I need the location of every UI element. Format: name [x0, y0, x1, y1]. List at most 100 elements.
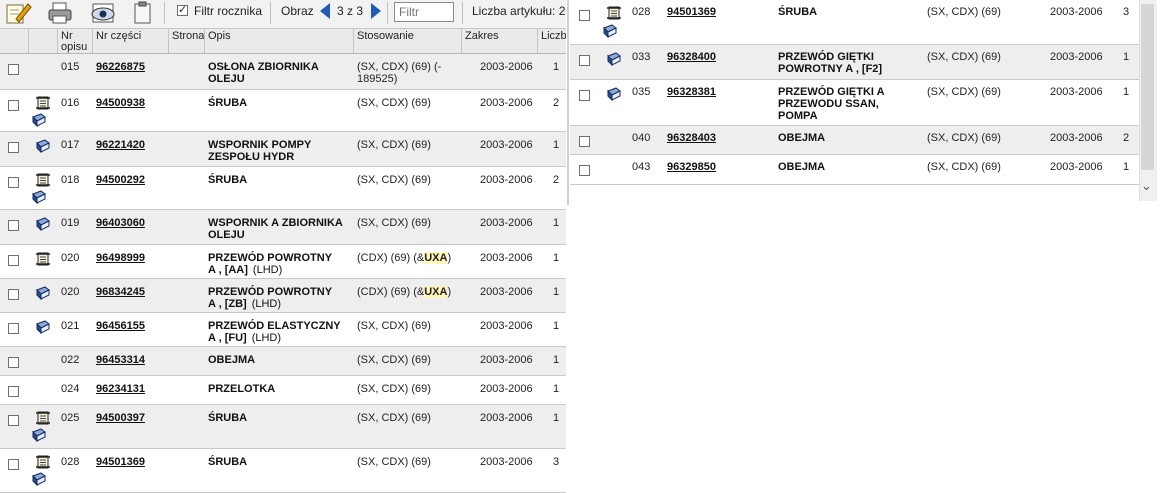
row-checkbox[interactable]	[579, 55, 590, 66]
row-checkbox[interactable]	[579, 165, 590, 176]
book-icon[interactable]	[31, 472, 47, 487]
preview-icon[interactable]	[90, 1, 118, 25]
book-icon[interactable]	[31, 190, 47, 205]
row-checkbox[interactable]	[8, 142, 19, 153]
application-suffix: )	[447, 252, 452, 264]
filter-year-checkbox[interactable]	[177, 3, 188, 16]
header-stosowanie[interactable]: Stosowanie	[353, 29, 461, 53]
quantity: 1	[553, 139, 560, 151]
part-number-link[interactable]: 96453314	[96, 354, 145, 366]
part-number-link[interactable]: 96328400	[667, 51, 716, 63]
row-checkbox[interactable]	[579, 136, 590, 147]
row-checkbox[interactable]	[8, 386, 19, 397]
table-row[interactable]: 028 94501369 ŚRUBA (SX, CDX) (69) 2003-2006 3	[570, 0, 1139, 45]
description-line: ŚRUBA	[208, 174, 248, 186]
table-row[interactable]: 028 94501369 ŚRUBA (SX, CDX) (69) 2003-2006 3	[0, 449, 566, 493]
table-row[interactable]: 020 96498999 PRZEWÓD POWROTNY A , [AA] (LHD)…	[0, 245, 566, 279]
scrollbar-thumb[interactable]	[1141, 4, 1154, 170]
book-icon[interactable]	[35, 217, 51, 232]
table-row[interactable]: 033 96328400 PRZEWÓD GIĘTKI POWROTNY A , [F…	[570, 45, 1139, 80]
table-row[interactable]: 017 96221420 WSPORNIK POMPY ZESPOŁU HYDR (SX…	[0, 132, 566, 167]
part-number-link[interactable]: 96328381	[667, 86, 716, 98]
row-checkbox[interactable]	[8, 255, 19, 266]
header-nr-opisu[interactable]: Nr opisu	[57, 29, 92, 53]
row-checkbox[interactable]	[579, 90, 590, 101]
description-line: OBEJMA	[778, 161, 826, 173]
row-checkbox[interactable]	[8, 64, 19, 75]
edit-icon[interactable]	[4, 1, 32, 25]
table-row[interactable]: 020 96834245 PRZEWÓD POWROTNY A , [ZB] (LHD)…	[0, 279, 566, 313]
table-row[interactable]: 025 94500397 ŚRUBA (SX, CDX) (69) 2003-2006 1	[0, 405, 566, 449]
quantity: 1	[553, 354, 560, 366]
description-line: WSPORNIK A ZBIORNIKA	[208, 217, 343, 229]
document-scroll-icon[interactable]	[35, 96, 51, 110]
book-icon[interactable]	[31, 428, 47, 443]
table-row[interactable]: 022 96453314 OBEJMA (SX, CDX) (69) 2003-2006…	[0, 347, 566, 376]
row-checkbox[interactable]	[8, 415, 19, 426]
part-number-link[interactable]: 96498999	[96, 252, 145, 264]
row-checkbox[interactable]	[579, 10, 590, 21]
panel-divider[interactable]	[567, 0, 569, 205]
header-zakres[interactable]: Zakres	[461, 29, 537, 53]
part-number-link[interactable]: 96234131	[96, 383, 145, 395]
part-number-link[interactable]: 96226875	[96, 61, 145, 73]
part-number-link[interactable]: 96328403	[667, 132, 716, 144]
next-image-icon[interactable]	[371, 3, 381, 19]
quantity: 1	[553, 320, 560, 332]
part-number-link[interactable]: 96834245	[96, 286, 145, 298]
description-number: 015	[61, 61, 80, 73]
document-scroll-icon[interactable]	[606, 6, 622, 20]
filter-input[interactable]	[394, 2, 454, 22]
table-row[interactable]: 019 96403060 WSPORNIK A ZBIORNIKA OLEJU (SX,…	[0, 210, 566, 245]
part-number-link[interactable]: 96403060	[96, 217, 145, 229]
book-icon[interactable]	[606, 52, 622, 67]
row-checkbox[interactable]	[8, 323, 19, 334]
book-icon[interactable]	[35, 139, 51, 154]
book-icon[interactable]	[31, 113, 47, 128]
document-scroll-icon[interactable]	[35, 411, 51, 425]
clipboard-icon[interactable]	[132, 1, 154, 25]
book-icon[interactable]	[606, 87, 622, 102]
part-number-link[interactable]: 96329850	[667, 161, 716, 173]
row-checkbox[interactable]	[8, 357, 19, 368]
header-nr-czesci[interactable]: Nr części	[92, 29, 168, 53]
table-row[interactable]: 016 94500938 ŚRUBA (SX, CDX) (69) 2003-2006 2	[0, 90, 566, 132]
part-number-link[interactable]: 96456155	[96, 320, 145, 332]
row-checkbox[interactable]	[8, 220, 19, 231]
book-icon[interactable]	[35, 320, 51, 335]
table-row[interactable]: 043 96329850 OBEJMA (SX, CDX) (69) 2003-2006…	[570, 155, 1139, 185]
row-checkbox[interactable]	[8, 289, 19, 300]
part-number-link[interactable]: 94500397	[96, 412, 145, 424]
lhd-tag: (LHD)	[251, 298, 282, 310]
application-text: (SX, CDX) (69)	[927, 6, 1001, 18]
document-scroll-icon[interactable]	[35, 252, 51, 266]
part-number-link[interactable]: 94500292	[96, 174, 145, 186]
table-row[interactable]: 040 96328403 OBEJMA (SX, CDX) (69) 2003-2006…	[570, 126, 1139, 155]
table-row[interactable]: 024 96234131 PRZELOTKA (SX, CDX) (69) 2003-2…	[0, 376, 566, 405]
previous-image-icon[interactable]	[320, 3, 330, 19]
table-row[interactable]: 018 94500292 ŚRUBA (SX, CDX) (69) 2003-2006 2	[0, 167, 566, 210]
part-number-link[interactable]: 96221420	[96, 139, 145, 151]
row-checkbox[interactable]	[8, 100, 19, 111]
table-row[interactable]: 035 96328381 PRZEWÓD GIĘTKI A PRZEWODU SSAN…	[570, 80, 1139, 126]
scroll-down-icon[interactable]: ⌄	[1141, 178, 1152, 194]
part-number-link[interactable]: 94501369	[96, 456, 145, 468]
header-liczba[interactable]: Liczb	[537, 29, 566, 53]
part-number-link[interactable]: 94501369	[667, 6, 716, 18]
header-strona[interactable]: Strona	[168, 29, 204, 53]
book-icon[interactable]	[35, 286, 51, 301]
quantity: 3	[553, 456, 560, 468]
description-number: 024	[61, 383, 80, 395]
header-opis[interactable]: Opis	[204, 29, 353, 53]
book-icon[interactable]	[602, 24, 618, 39]
document-scroll-icon[interactable]	[35, 455, 51, 469]
print-icon[interactable]	[47, 1, 73, 25]
table-row[interactable]: 021 96456155 PRZEWÓD ELASTYCZNY A , [FU] (LH…	[0, 313, 566, 347]
part-number-link[interactable]: 94500938	[96, 97, 145, 109]
obraz-label: Obraz	[281, 4, 314, 18]
row-checkbox[interactable]	[8, 177, 19, 188]
table-row[interactable]: 015 96226875 OSŁONA ZBIORNIKA OLEJU (SX, CDX…	[0, 54, 566, 90]
row-checkbox[interactable]	[8, 459, 19, 470]
description-line: ŚRUBA	[208, 456, 248, 468]
document-scroll-icon[interactable]	[35, 173, 51, 187]
